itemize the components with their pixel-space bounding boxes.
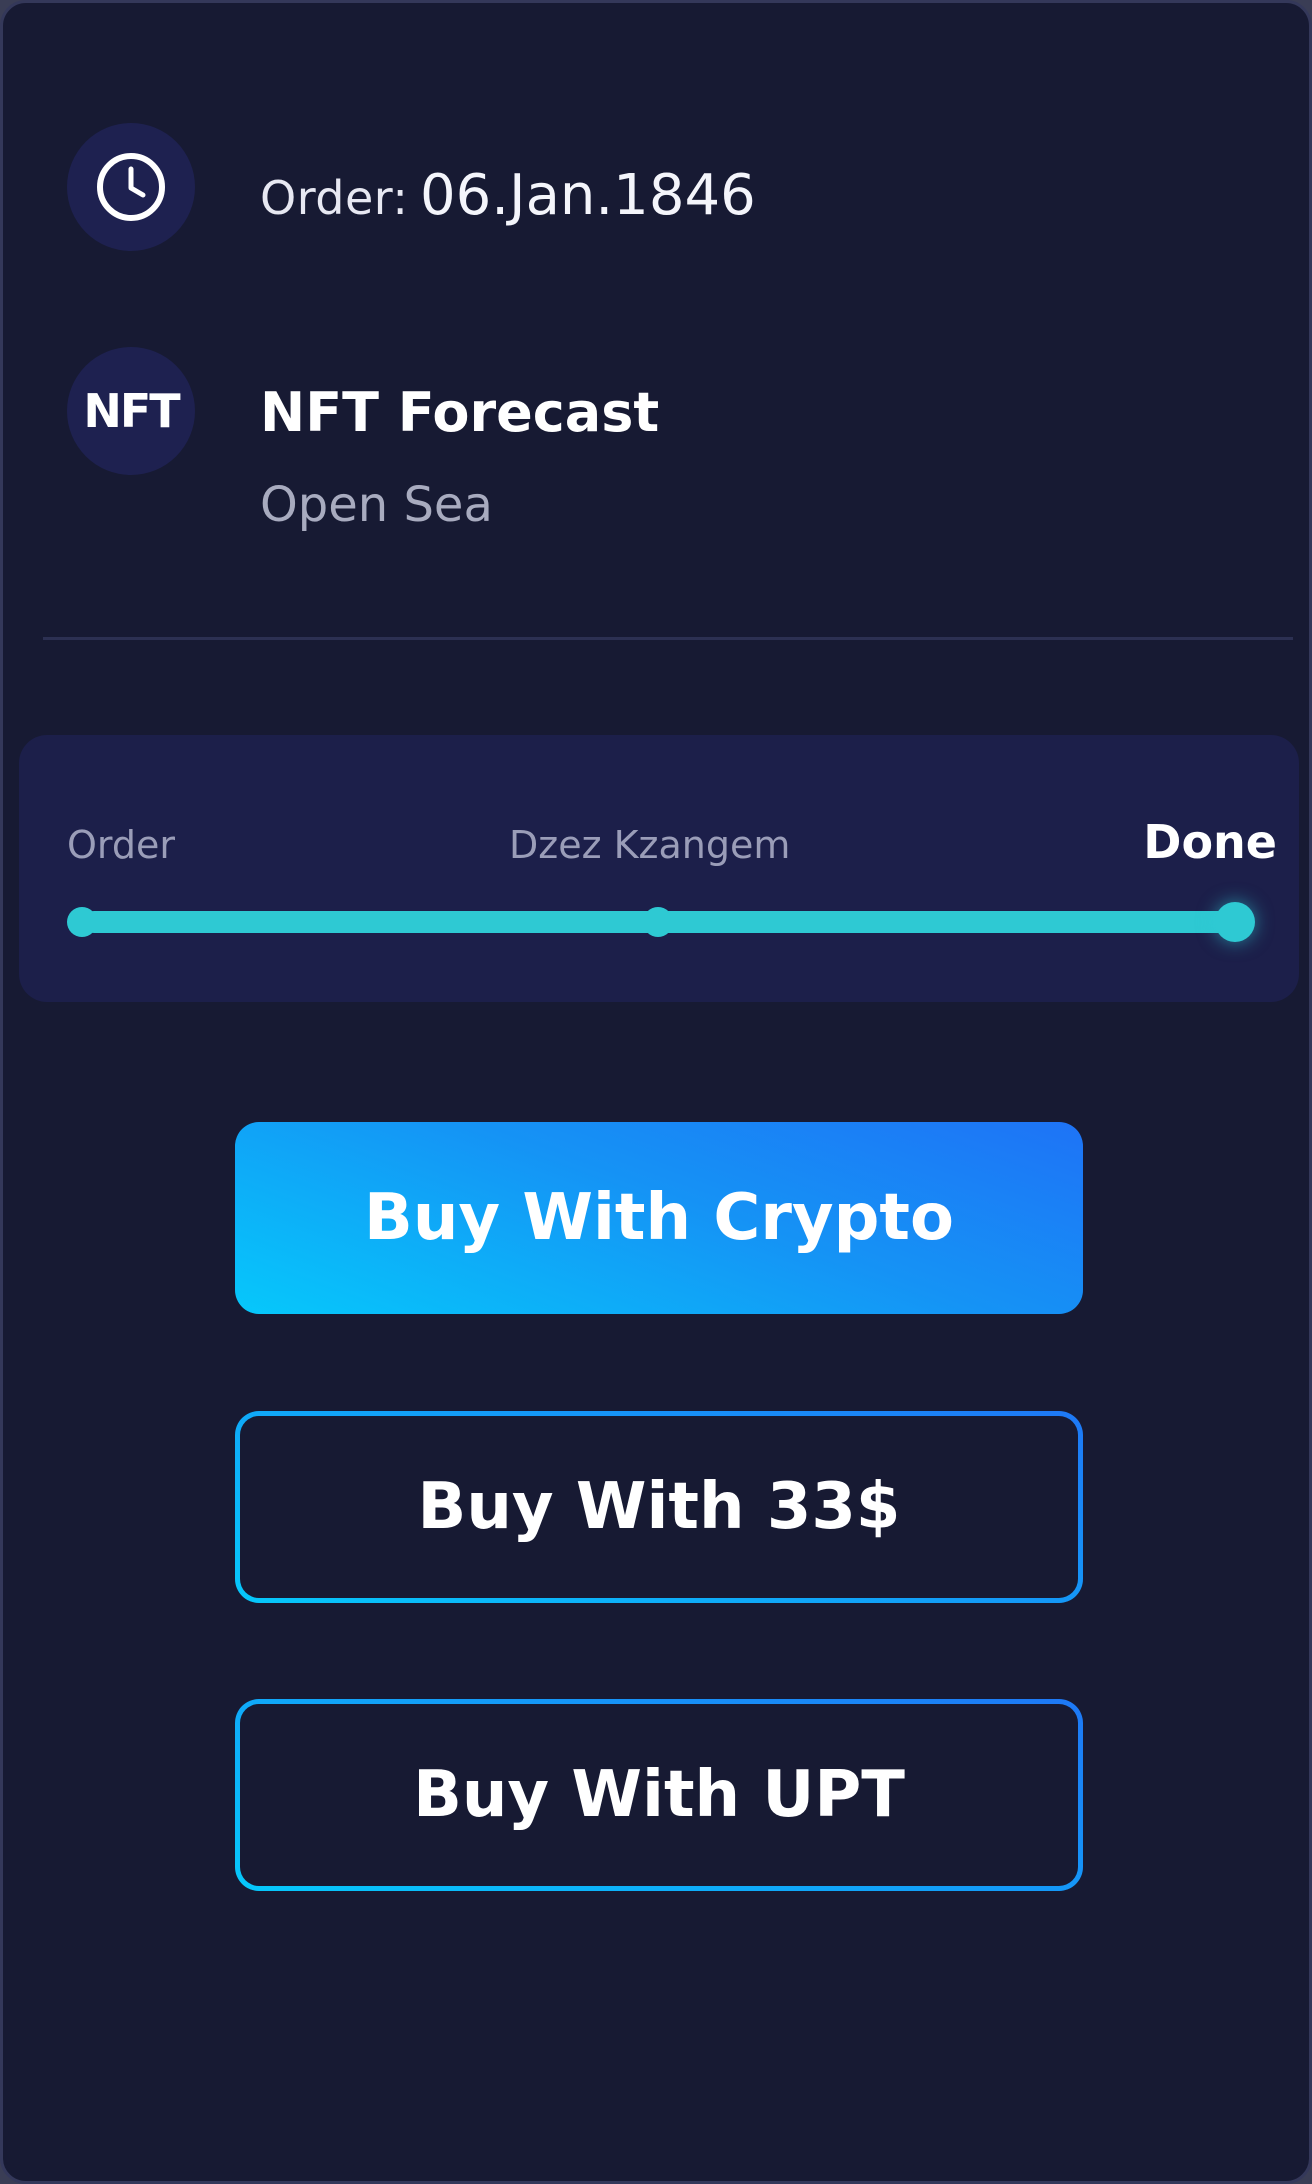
step-label-done: Done [1143, 815, 1277, 869]
step-label-middle: Dzez Kzangem [509, 823, 791, 867]
nft-logo-text: NFT [83, 384, 180, 438]
nft-title: NFT Forecast [260, 381, 660, 444]
step-label-order: Order [67, 823, 175, 867]
buy-with-upt-button[interactable]: Buy With UPT [235, 1699, 1083, 1891]
clock-icon [67, 123, 195, 251]
order-progress-panel: Order Dzez Kzangem Done [19, 735, 1299, 1002]
progress-dot-middle [643, 907, 673, 937]
buy-with-crypto-button[interactable]: Buy With Crypto [235, 1122, 1083, 1314]
order-label: Order: [260, 171, 409, 225]
buy-with-usd-button[interactable]: Buy With 33$ [235, 1411, 1083, 1603]
order-card: Order: 06.Jan.1846 NFT NFT Forecast Open… [0, 0, 1312, 2184]
progress-dot-end [1215, 902, 1255, 942]
divider [43, 637, 1293, 640]
progress-dot-start [67, 907, 97, 937]
nft-logo-icon: NFT [67, 347, 195, 475]
nft-marketplace: Open Sea [260, 477, 493, 533]
order-date: 06.Jan.1846 [420, 163, 756, 228]
